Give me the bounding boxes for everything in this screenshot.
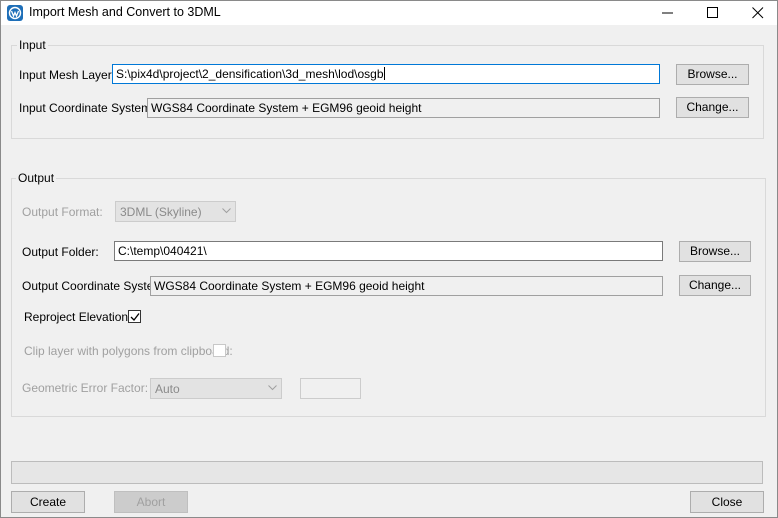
output-group-legend: Output xyxy=(16,171,57,185)
maximize-button[interactable] xyxy=(690,1,734,25)
output-coordinate-system-field: WGS84 Coordinate System + EGM96 geoid he… xyxy=(150,276,663,296)
input-group xyxy=(11,45,764,139)
minimize-icon xyxy=(662,12,673,14)
output-browse-button[interactable]: Browse... xyxy=(679,241,751,262)
input-change-button[interactable]: Change... xyxy=(676,97,749,118)
chevron-down-icon xyxy=(268,385,277,391)
title-bar[interactable]: Import Mesh and Convert to 3DML xyxy=(1,1,777,25)
clip-layer-label: Clip layer with polygons from clipboard: xyxy=(24,344,233,358)
input-group-legend: Input xyxy=(17,38,48,52)
geometric-error-factor-label: Geometric Error Factor: xyxy=(22,381,149,395)
app-logo-icon xyxy=(7,5,23,21)
output-format-label: Output Format: xyxy=(22,205,103,219)
progress-bar xyxy=(11,461,763,484)
close-icon xyxy=(752,7,764,19)
input-mesh-layer-field[interactable]: S:\pix4d\project\2_densification\3d_mesh… xyxy=(112,64,660,84)
output-format-select: 3DML (Skyline) xyxy=(115,201,236,222)
output-coordinate-system-label: Output Coordinate System: xyxy=(22,279,167,293)
create-button[interactable]: Create xyxy=(11,491,85,513)
maximize-icon xyxy=(707,7,718,18)
input-mesh-layer-label: Input Mesh Layer: xyxy=(19,68,116,82)
input-coordinate-system-label: Input Coordinate System: xyxy=(19,101,155,115)
window-title: Import Mesh and Convert to 3DML xyxy=(29,5,221,19)
checkmark-icon xyxy=(130,313,140,321)
minimize-button[interactable] xyxy=(645,1,689,25)
output-change-button[interactable]: Change... xyxy=(679,275,751,296)
dialog-window: Import Mesh and Convert to 3DML Input In… xyxy=(0,0,778,518)
geometric-error-factor-select: Auto xyxy=(150,378,282,399)
text-caret xyxy=(383,67,385,80)
input-browse-button[interactable]: Browse... xyxy=(676,64,749,85)
chevron-down-icon xyxy=(222,208,231,214)
reproject-elevation-checkbox[interactable] xyxy=(128,310,141,323)
input-coordinate-system-field: WGS84 Coordinate System + EGM96 geoid he… xyxy=(147,98,660,118)
clip-layer-checkbox xyxy=(213,344,226,357)
close-button[interactable]: Close xyxy=(690,491,764,513)
abort-button: Abort xyxy=(114,491,188,513)
reproject-elevation-label: Reproject Elevation: xyxy=(24,310,132,324)
output-folder-field[interactable]: C:\temp\040421\ xyxy=(114,241,663,261)
geometric-error-factor-value-field xyxy=(300,378,361,399)
output-folder-label: Output Folder: xyxy=(22,245,99,259)
close-window-button[interactable] xyxy=(735,1,778,25)
